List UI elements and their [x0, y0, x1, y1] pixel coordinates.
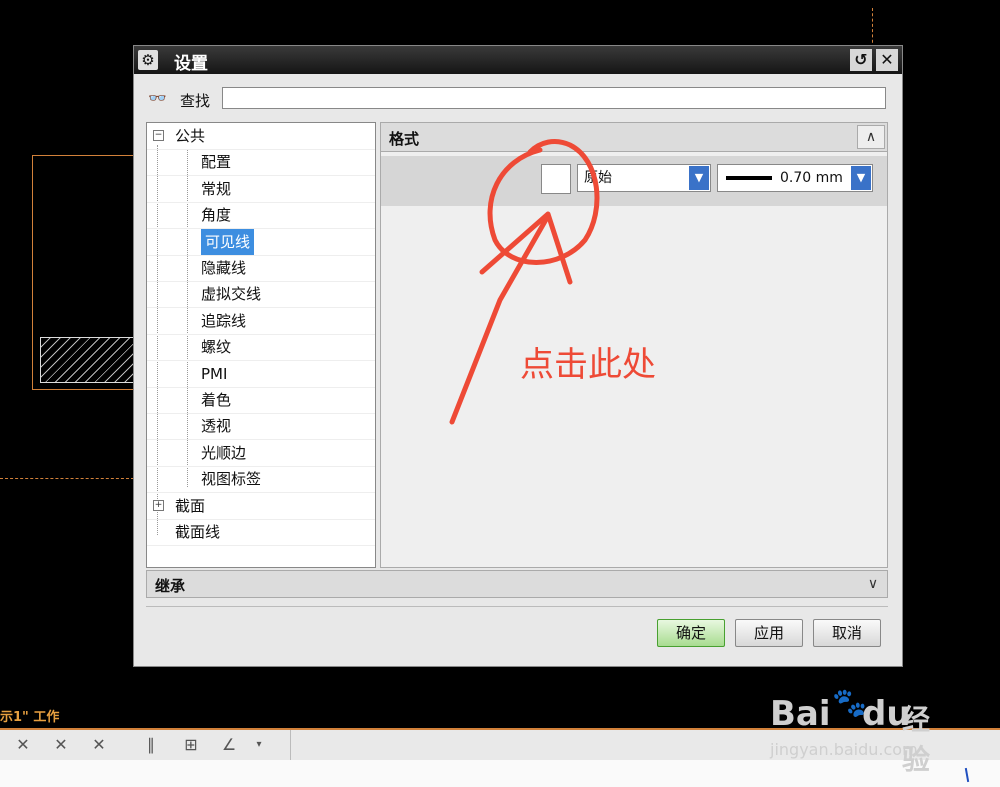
annotation-circle	[487, 139, 600, 265]
annotation-drawing	[449, 139, 600, 425]
annotation-text: 点击此处	[520, 345, 656, 385]
watermark-brand-cn: 经验	[902, 703, 931, 776]
watermark-brand-left: Bai	[770, 694, 831, 734]
annotation-arrow-head	[479, 211, 573, 285]
baidu-jingyan-watermark: Bai 🐾 du 经验	[770, 686, 950, 776]
watermark-url: jingyan.baidu.com	[770, 740, 918, 759]
